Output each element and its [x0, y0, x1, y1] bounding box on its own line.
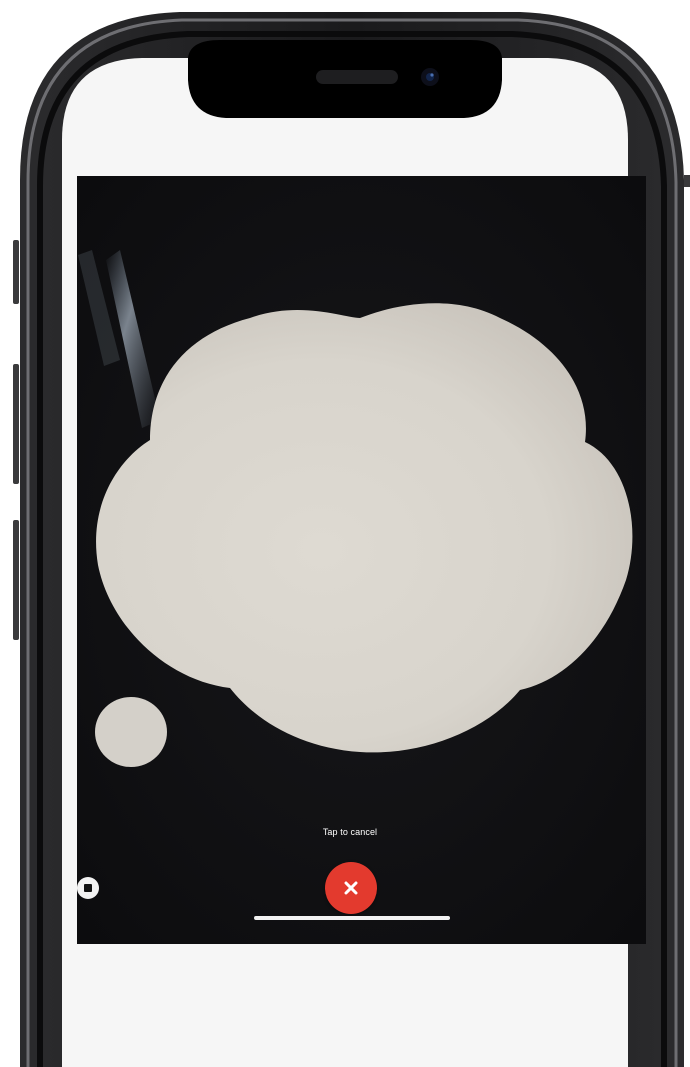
side-button-volume-up	[13, 364, 19, 484]
home-indicator[interactable]	[254, 916, 450, 920]
small-object	[95, 697, 167, 767]
speaker-grille	[316, 70, 398, 84]
side-button-volume-down	[13, 520, 19, 640]
side-button-mute	[13, 240, 19, 304]
cancel-button[interactable]	[325, 862, 377, 914]
stop-button[interactable]	[77, 877, 99, 899]
stop-icon	[84, 884, 92, 892]
side-button-power	[684, 175, 690, 187]
close-icon	[344, 881, 358, 895]
tap-to-cancel-hint: Tap to cancel	[322, 827, 378, 837]
